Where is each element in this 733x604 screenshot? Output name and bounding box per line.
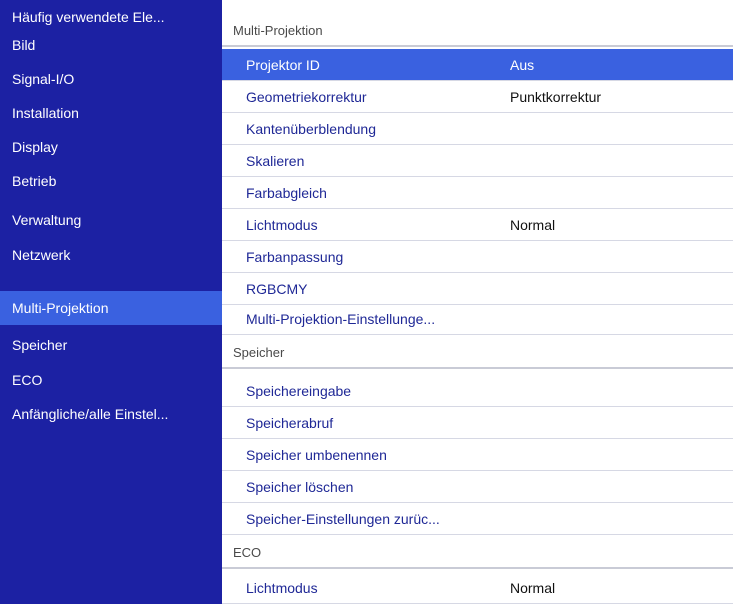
section-header: ECO: [222, 537, 733, 569]
menu-panel: Multi-Projektion Projektor ID Aus Geomet…: [222, 0, 733, 604]
item-value: Normal: [510, 580, 556, 596]
sidebar-item-multi-projektion[interactable]: Multi-Projektion: [0, 291, 222, 325]
item-label: Lichtmodus: [246, 580, 318, 596]
menu-item-farbanpassung[interactable]: Farbanpassung: [222, 241, 733, 273]
menu-item-speichereingabe[interactable]: Speichereingabe: [222, 375, 733, 407]
menu-item-projektor-id[interactable]: Projektor ID Aus: [222, 49, 733, 81]
menu-item-kantenueberblendung[interactable]: Kantenüberblendung: [222, 113, 733, 145]
menu-item-speicher-einstellungen-zuruecksetzen[interactable]: Speicher-Einstellungen zurüc...: [222, 503, 733, 535]
menu-item-speicher-loeschen[interactable]: Speicher löschen: [222, 471, 733, 503]
item-label: Multi-Projektion-Einstellunge...: [246, 311, 436, 327]
menu-item-geometriekorrektur[interactable]: Geometriekorrektur Punktkorrektur: [222, 81, 733, 113]
item-label: Speicher-Einstellungen zurüc...: [246, 511, 440, 527]
item-value: Punktkorrektur: [510, 89, 602, 105]
menu-item-farbabgleich[interactable]: Farbabgleich: [222, 177, 733, 209]
item-label: Farbabgleich: [246, 185, 327, 201]
sidebar-item-betrieb[interactable]: Betrieb: [0, 164, 222, 198]
menu-item-lichtmodus[interactable]: Lichtmodus Normal: [222, 209, 733, 241]
sidebar-item-installation[interactable]: Installation: [0, 96, 222, 130]
item-label: Geometriekorrektur: [246, 89, 367, 105]
item-label: Speicher löschen: [246, 479, 354, 495]
item-label: RGBCMY: [246, 281, 308, 297]
menu-item-eco-lichtmodus[interactable]: Lichtmodus Normal: [222, 572, 733, 604]
projector-menu: Häufig verwendete Ele... Bild Signal-I/O…: [0, 0, 733, 604]
item-label: Speicher umbenennen: [246, 447, 387, 463]
sidebar-item-signal-io[interactable]: Signal-I/O: [0, 62, 222, 96]
item-label: Farbanpassung: [246, 249, 344, 265]
menu-item-rgbcmy[interactable]: RGBCMY: [222, 273, 733, 305]
item-value: Normal: [510, 217, 556, 233]
item-label: Lichtmodus: [246, 217, 318, 233]
section-header: Speicher: [222, 337, 733, 369]
menu-item-multi-projektion-einstellungen[interactable]: Multi-Projektion-Einstellunge...: [222, 303, 733, 335]
sidebar-item-verwaltung[interactable]: Verwaltung: [0, 203, 222, 237]
sidebar-item-netzwerk[interactable]: Netzwerk: [0, 238, 222, 272]
item-label: Kantenüberblendung: [246, 121, 377, 137]
item-label: Speicherabruf: [246, 415, 334, 431]
menu-item-skalieren[interactable]: Skalieren: [222, 145, 733, 177]
item-label: Speichereingabe: [246, 383, 352, 399]
menu-item-speicherabruf[interactable]: Speicherabruf: [222, 407, 733, 439]
menu-item-speicher-umbenennen[interactable]: Speicher umbenennen: [222, 439, 733, 471]
sidebar-item-speicher[interactable]: Speicher: [0, 328, 222, 362]
sidebar-item-anfaengliche[interactable]: Anfängliche/alle Einstel...: [0, 397, 222, 431]
sidebar-item-display[interactable]: Display: [0, 130, 222, 164]
sidebar-item-bild[interactable]: Bild: [0, 28, 222, 62]
sidebar: Häufig verwendete Ele... Bild Signal-I/O…: [0, 0, 222, 604]
section-header: Multi-Projektion: [222, 15, 733, 47]
sidebar-item-eco[interactable]: ECO: [0, 363, 222, 397]
item-label: Skalieren: [246, 153, 305, 169]
item-value: Aus: [510, 57, 535, 73]
item-label: Projektor ID: [246, 57, 320, 73]
